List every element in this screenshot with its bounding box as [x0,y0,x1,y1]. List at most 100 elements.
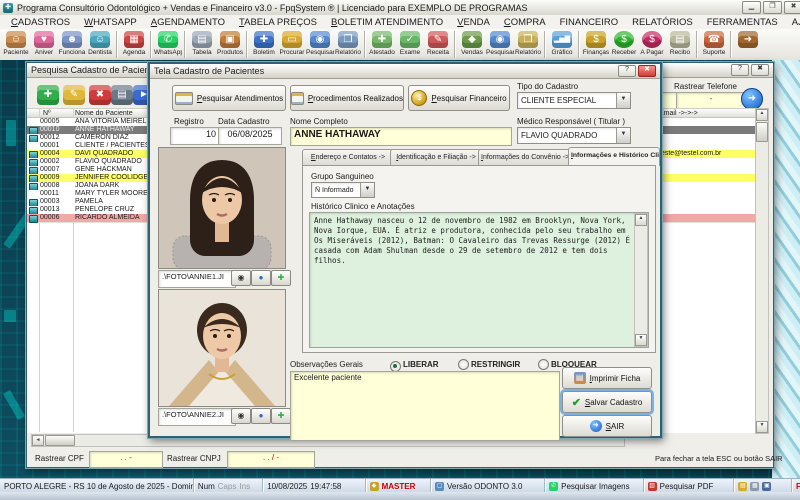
imprimir-ficha-button[interactable]: ▤ Imprimir Ficha [562,367,652,389]
patient-photo-1 [158,147,286,269]
toolbar-tabela-button[interactable]: ▤Tabela [188,30,216,57]
toolbar-receber-button[interactable]: $Receber [610,30,638,57]
add-photo-button[interactable]: ✚ [271,408,291,424]
help-button[interactable]: ? [731,64,749,76]
tab-historico-clinico[interactable]: Informações e Histórico Clinico [568,147,660,166]
close-window-button[interactable]: ✖ [751,64,769,76]
computer-icon[interactable]: ▣ [762,482,771,491]
historico-clinico-textarea[interactable]: Anne Hathaway nasceu o 12 de novembro de… [309,212,649,348]
column-email[interactable]: Email ->->-> [659,110,698,117]
observacoes-textarea[interactable]: Excelente paciente [290,371,560,441]
toolbar-agenda-button[interactable]: ▦Agenda [120,30,148,57]
menu-financeiro[interactable]: FINANCEIRO [553,17,626,28]
tipo-cadastro-select[interactable]: CLIENTE ESPECIAL ▼ [517,92,631,109]
zoom-photo-button[interactable]: ● [251,270,271,286]
scrollbar-thumb[interactable] [45,435,75,446]
telefone-input[interactable]: - [676,92,746,109]
photo-cell [28,182,39,190]
minimize-button[interactable]: ▁ [742,1,761,14]
toolbar-relatorio-vendas-button[interactable]: ❒Relatório [514,30,542,57]
pesquisar-atendimentos-button[interactable]: Pesquisar Atendimentos [172,85,286,111]
toolbar-paciente-button[interactable]: ☺Paciente [2,30,30,57]
toolbar-dentista-button[interactable]: ☺Dentista [86,30,114,57]
menu-compra[interactable]: COMPRA [497,17,553,28]
toolbar-pesquisar-vendas-button[interactable]: ◉Pesquisar [486,30,514,57]
column-name[interactable]: Nome do Paciente [75,110,133,117]
toolbar-grafico-button[interactable]: ▂▅▇Gráfico [548,30,576,57]
radio-bloquear[interactable] [538,359,549,370]
radio-liberar-label: LIBERAR [403,360,439,369]
menu-venda[interactable]: VENDA [450,17,497,28]
scroll-down-icon[interactable]: ▼ [756,421,768,433]
tab-identificacao-filiacao[interactable]: Identificação e Filiação -> [390,149,482,166]
radio-restringir[interactable] [458,359,469,370]
scroll-down-icon[interactable]: ▼ [635,334,647,346]
tab-informacoes-convenio[interactable]: Informações do Convênio -> [478,149,572,166]
toolbar-financas-button[interactable]: $Finanças [582,30,610,57]
key-icon: ◆ [370,482,379,491]
toolbar-recibo-button[interactable]: ▤Recibo [666,30,694,57]
scrollbar-thumb[interactable] [756,122,768,142]
toolbar-exame-button[interactable]: ✓Exame [396,30,424,57]
sair-button[interactable]: ➜ SAIR [562,415,652,437]
toolbar-produtos-button[interactable]: ▣Produtos [216,30,244,57]
status-pesquisar-pdf[interactable]: ▥ Pesquisar PDF [644,479,735,493]
camera-button[interactable]: ◉ [231,270,251,286]
grupo-sanguineo-select[interactable]: Ñ Informado ▼ [311,182,375,198]
close-button[interactable]: ✖ [784,1,800,14]
menu-whatsapp[interactable]: WHATSAPP [77,17,144,28]
scroll-up-icon[interactable]: ▲ [756,109,768,121]
salvar-cadastro-button[interactable]: ✔ Salvar Cadastro [562,391,652,413]
textarea-scrollbar[interactable]: ▲ ▼ [634,213,648,347]
print-list-icon[interactable]: ▤ [111,85,133,105]
pesquisar-financeiro-button[interactable]: $ Pesquisar Financeiro [408,85,510,111]
edit-record-icon[interactable]: ✎ [63,85,85,105]
scroll-up-icon[interactable]: ▲ [635,214,647,226]
menu-relatorios[interactable]: RELATÓRIOS [625,17,700,28]
add-photo-button[interactable]: ✚ [271,270,291,286]
status-time: 19:47:58 [310,482,341,491]
menu-ajuda[interactable]: AJUDA [785,17,800,28]
rastrear-cpf-input[interactable]: . . - [89,451,163,468]
vertical-scrollbar[interactable]: ▲ ▼ [755,108,769,434]
toolbar-aniver-button[interactable]: ♥Aniver [30,30,58,57]
camera-button[interactable]: ◉ [231,408,251,424]
folder-icon[interactable]: ▤ [738,482,747,491]
printer-icon[interactable]: ▦ [750,482,759,491]
photo-cell [28,158,39,166]
toolbar-pesquisar-button[interactable]: ◉Pesquisar [306,30,334,57]
restore-button[interactable]: ❐ [763,1,782,14]
nome-completo-input[interactable]: ANNE HATHAWAY [290,127,512,146]
toolbar-whatsapp-button[interactable]: ✆WhatsApp [154,30,182,57]
add-record-icon[interactable]: ✚ [37,85,59,105]
search-phone-go-button[interactable]: ➜ [741,88,763,110]
toolbar-suporte-button[interactable]: ☎Suporte [700,30,728,57]
menu-boletim-atendimento[interactable]: BOLETIM ATENDIMENTO [324,17,450,28]
procedimentos-realizados-button[interactable]: Procedimentos Realizados [290,85,404,111]
toolbar-sair-button[interactable]: ➜ [734,30,762,49]
dialog-close-button[interactable]: ✖ [638,65,656,77]
menu-tabela-precos[interactable]: TABELA PREÇOS [232,17,324,28]
toolbar-receita-button[interactable]: ✎Receita [424,30,452,57]
toolbar-relatorio-button[interactable]: ❒Relatório [334,30,362,57]
column-num[interactable]: Nº [43,110,51,117]
toolbar-atestado-button[interactable]: ✚Atestado [368,30,396,57]
menu-agendamento[interactable]: AGENDAMENTO [144,17,232,28]
rastrear-cnpj-input[interactable]: . . / - [227,451,315,468]
status-pesquisar-imagens[interactable]: ✆ Pesquisar Imagens [545,479,644,493]
toolbar-vendas-button[interactable]: ◆Vendas [458,30,486,57]
zoom-photo-button[interactable]: ● [251,408,271,424]
tab-endereco-contatos[interactable]: Endereço e Contatos -> [302,149,394,166]
menu-cadastros[interactable]: CADASTROS [4,17,77,28]
status-version-text: Versão ODONTO 3.0 [447,482,522,491]
toolbar-procurar-button[interactable]: ▭Procurar [278,30,306,57]
medico-responsavel-select[interactable]: FLAVIO QUADRADO ▼ [517,127,631,144]
chevron-down-icon: ▼ [616,93,630,108]
toolbar-funciona-button[interactable]: ☻Funciona [58,30,86,57]
scroll-left-icon[interactable]: ◄ [32,435,44,446]
toolbar-boletim-button[interactable]: ✚Boletim [250,30,278,57]
toolbar-apagar-button[interactable]: $A Pagar [638,30,666,57]
menu-ferramentas[interactable]: FERRAMENTAS [700,17,785,28]
delete-record-icon[interactable]: ✖ [89,85,111,105]
dialog-help-button[interactable]: ? [618,65,636,77]
